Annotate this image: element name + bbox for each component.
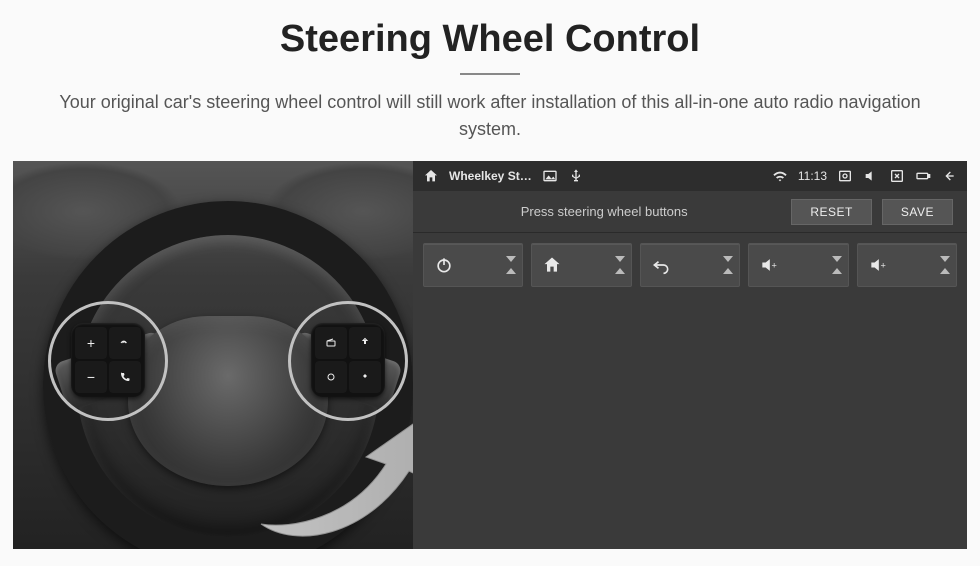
back-icon — [641, 255, 681, 275]
status-bar: Wheelkey St… 11:13 — [413, 161, 967, 191]
toolbar: Press steering wheel buttons RESET SAVE — [413, 191, 967, 233]
save-button[interactable]: SAVE — [882, 199, 953, 225]
wheel-button-cluster-left: + − — [71, 323, 145, 397]
fn-back-button[interactable] — [640, 243, 740, 287]
wifi-icon — [772, 168, 788, 184]
home-icon — [532, 255, 572, 275]
wheel-button-cluster-right — [311, 323, 385, 397]
mute-icon[interactable] — [863, 168, 879, 184]
power-icon — [424, 255, 464, 275]
wheel-btn-phone-icon — [109, 361, 141, 393]
usb-icon — [568, 168, 584, 184]
wheel-btn-radio-icon — [315, 327, 347, 359]
fn-power-button[interactable] — [423, 243, 523, 287]
svg-text:+: + — [772, 260, 777, 270]
svg-text:+: + — [880, 260, 885, 270]
fn-home-button[interactable] — [531, 243, 631, 287]
reset-button[interactable]: RESET — [791, 199, 872, 225]
volume-up-icon: + — [858, 255, 898, 275]
fn-volume-up-button-1[interactable]: + — [748, 243, 848, 287]
close-app-icon[interactable] — [889, 168, 905, 184]
screenshot-icon[interactable] — [837, 168, 853, 184]
wheel-btn-voice-icon — [109, 327, 141, 359]
back-system-icon[interactable] — [941, 168, 957, 184]
wheel-btn-plus-icon: + — [75, 327, 107, 359]
toolbar-hint: Press steering wheel buttons — [427, 204, 781, 219]
app-title: Wheelkey St… — [449, 169, 532, 183]
function-button-row: + + — [413, 233, 967, 287]
page-subtitle: Your original car's steering wheel contr… — [40, 89, 940, 143]
wheel-btn-minus-icon: − — [75, 361, 107, 393]
main-content: + − — [13, 161, 967, 549]
system-home-icon[interactable] — [423, 168, 439, 184]
wheel-btn-nav-icon — [349, 361, 381, 393]
battery-icon — [915, 168, 931, 184]
picture-icon — [542, 168, 558, 184]
wheel-btn-cycle-icon — [315, 361, 347, 393]
mapping-area — [413, 287, 967, 549]
volume-up-icon: + — [749, 255, 789, 275]
status-clock: 11:13 — [798, 169, 827, 183]
title-divider — [460, 73, 520, 75]
wheel-btn-source-icon — [349, 327, 381, 359]
head-unit-screen: Wheelkey St… 11:13 — [413, 161, 967, 549]
steering-wheel-photo: + − — [13, 161, 413, 549]
page-title: Steering Wheel Control — [40, 18, 940, 61]
arrow-icon — [251, 409, 413, 539]
fn-volume-up-button-2[interactable]: + — [857, 243, 957, 287]
